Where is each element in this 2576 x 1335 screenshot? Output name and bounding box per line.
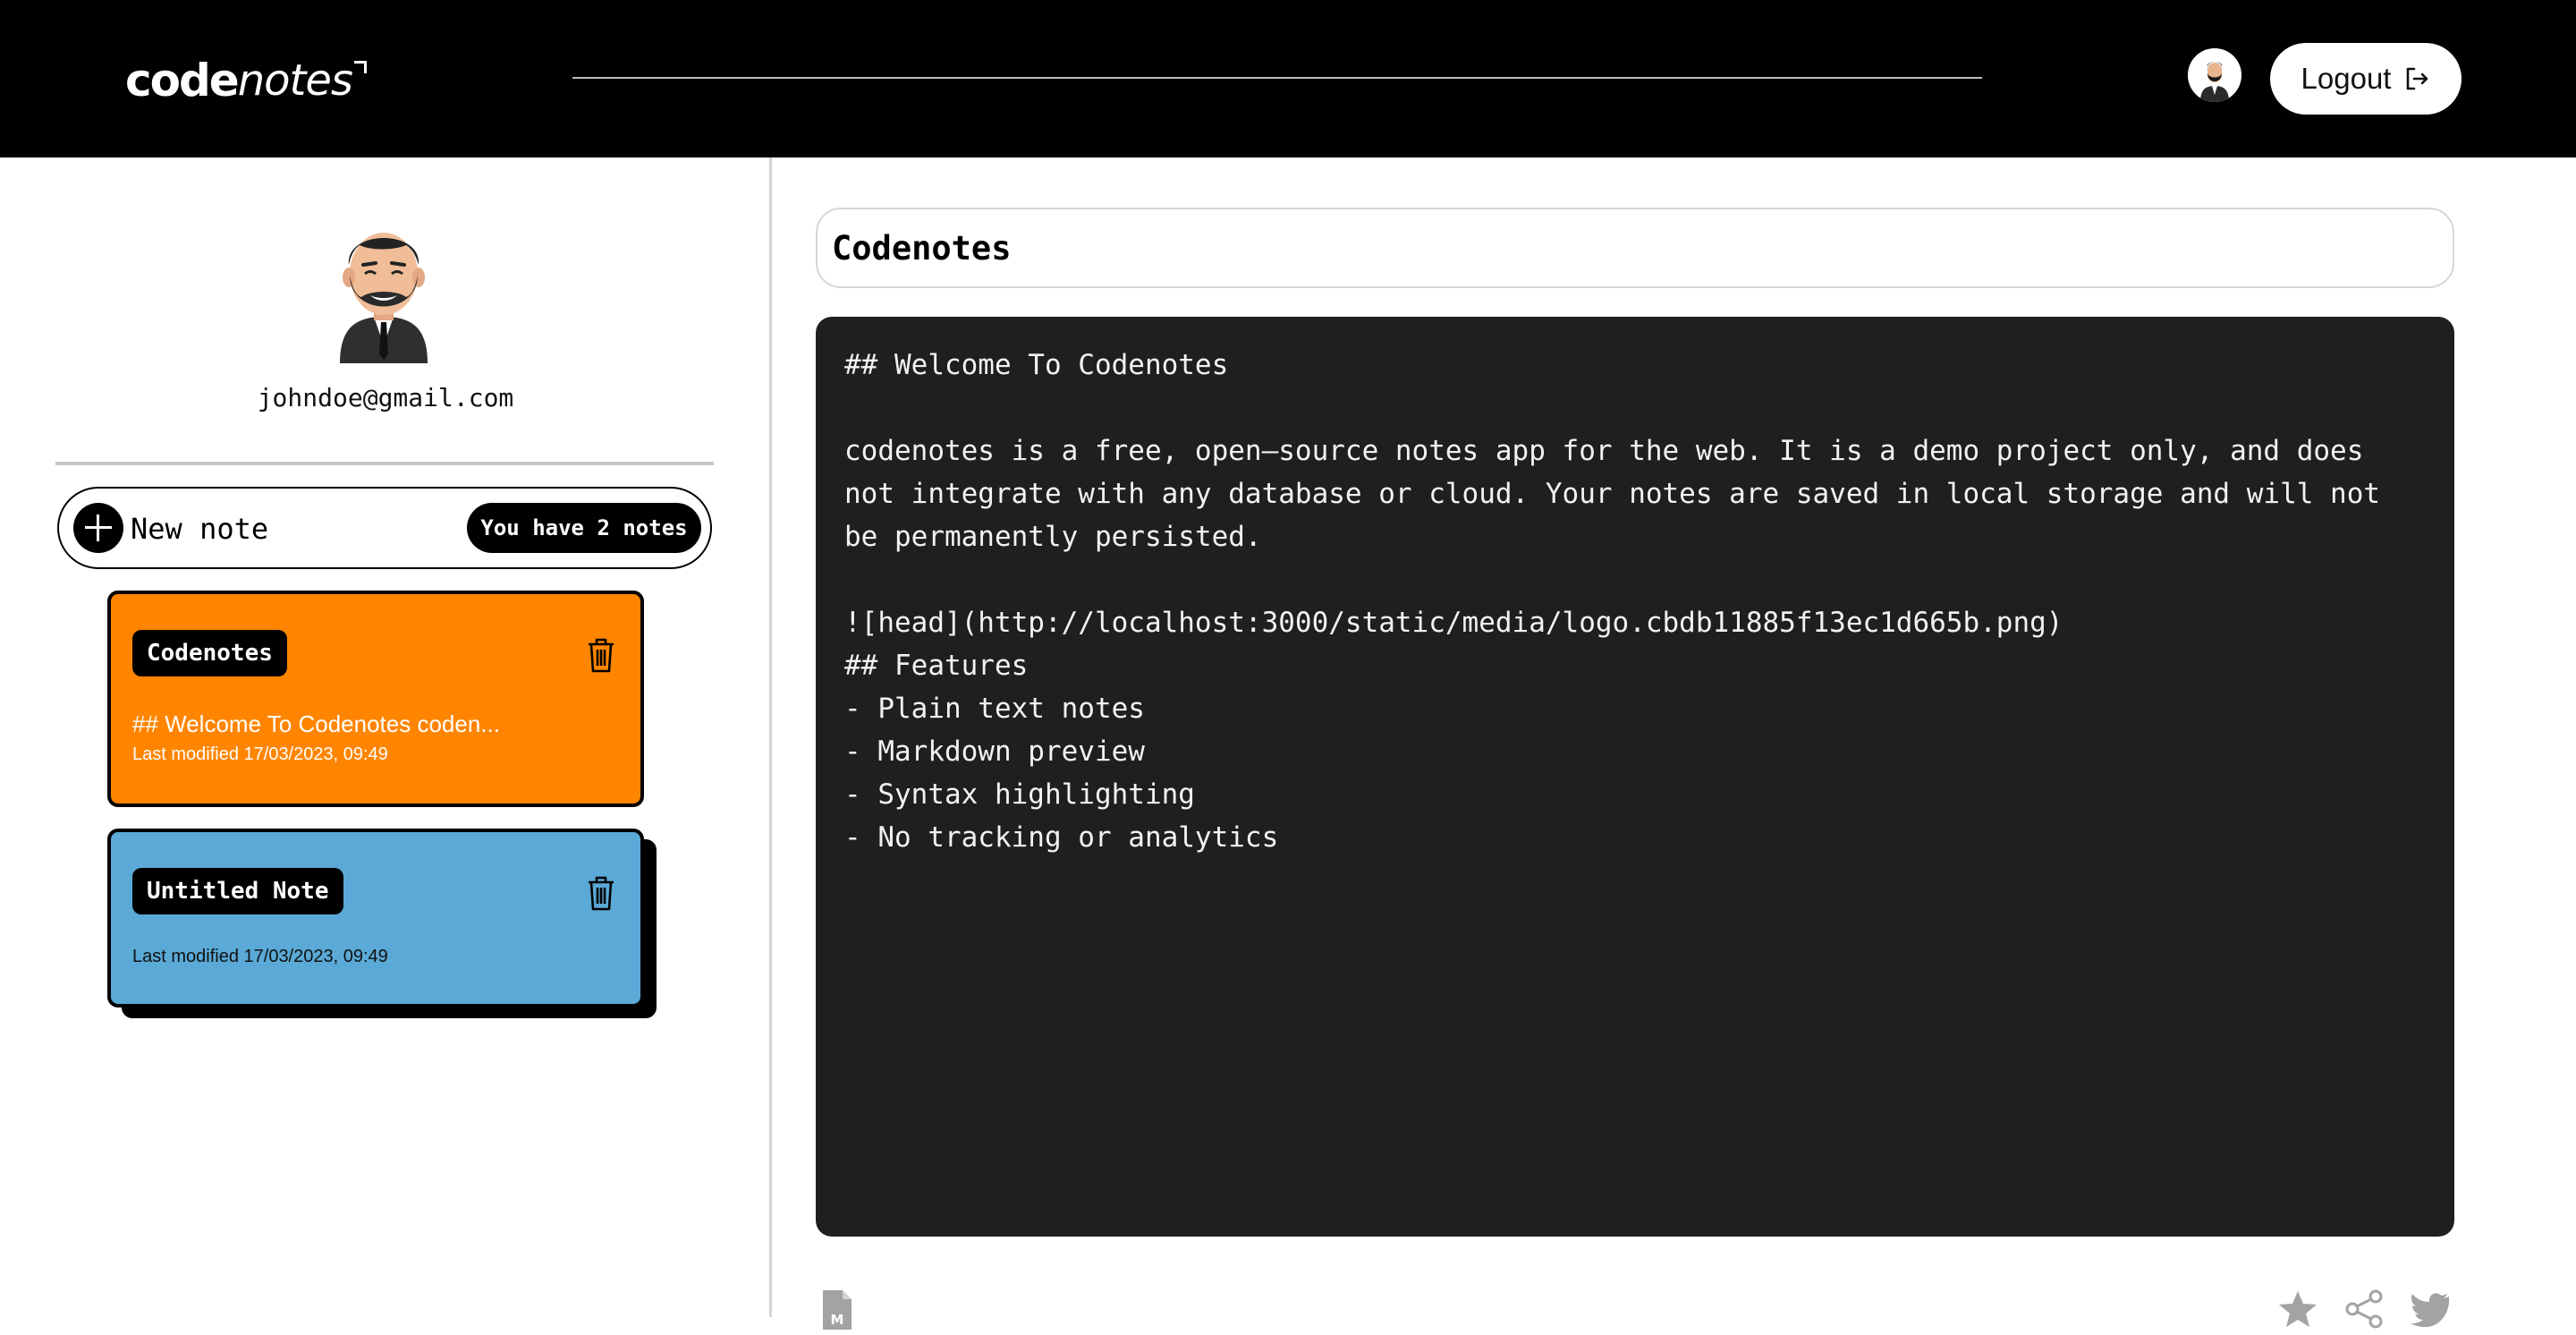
editor-line: ![head](http://localhost:3000/static/med… — [844, 607, 2063, 639]
editor-line: not integrate with any database or cloud… — [844, 478, 2381, 510]
editor-line: be permanently persisted. — [844, 521, 1262, 553]
logo-mark-icon — [353, 61, 367, 73]
note-last-modified: Last modified 17/03/2023, 09:49 — [132, 744, 388, 764]
logo-text-light: notes — [237, 55, 353, 106]
svg-text:M: M — [831, 1312, 844, 1328]
share-icon[interactable] — [2343, 1288, 2385, 1330]
add-note-button[interactable] — [73, 503, 123, 553]
trash-icon[interactable] — [587, 875, 615, 911]
markdown-file-icon[interactable]: M — [821, 1288, 853, 1331]
star-icon[interactable] — [2277, 1288, 2318, 1330]
sidebar-separator — [55, 462, 714, 465]
note-card-codenotes[interactable]: Codenotes ## Welcome To Codenotes coden.… — [107, 591, 644, 807]
editor-line: - No tracking or analytics — [844, 821, 1279, 854]
note-preview: ## Welcome To Codenotes coden... — [132, 710, 500, 737]
editor-line: ## Welcome To Codenotes — [844, 349, 1229, 381]
editor-line: - Markdown preview — [844, 736, 1145, 768]
new-note-label[interactable]: New note — [131, 512, 268, 546]
profile-avatar — [340, 233, 428, 363]
user-email: johndoe@gmail.com — [257, 383, 514, 412]
note-editor[interactable]: ## Welcome To Codenotes codenotes is a fr… — [816, 317, 2454, 1237]
editor-line: codenotes is a free, open—source notes a… — [844, 435, 2364, 467]
twitter-icon[interactable] — [2410, 1288, 2451, 1330]
new-note-bar: New note You have 2 notes — [57, 487, 712, 569]
logout-label: Logout — [2301, 62, 2392, 95]
header-divider — [572, 77, 1982, 79]
note-last-modified: Last modified 17/03/2023, 09:49 — [132, 947, 388, 966]
trash-icon[interactable] — [587, 637, 615, 673]
note-title-input[interactable] — [816, 208, 2454, 288]
sidebar-divider — [769, 157, 772, 1317]
note-title: Untitled Note — [132, 868, 343, 914]
top-header: code notes Logout — [0, 0, 2576, 157]
editor-line: ## Features — [844, 650, 1029, 682]
logout-icon — [2407, 67, 2428, 90]
notes-count-badge: You have 2 notes — [467, 503, 701, 553]
editor-line: - Syntax highlighting — [844, 778, 1195, 811]
note-card-untitled[interactable]: Untitled Note Last modified 17/03/2023, … — [107, 829, 644, 1008]
note-title: Codenotes — [132, 630, 287, 676]
user-avatar[interactable] — [2188, 48, 2241, 102]
codenotes-logo[interactable]: code notes — [125, 52, 367, 109]
logout-button[interactable]: Logout — [2270, 43, 2462, 115]
editor-line: - Plain text notes — [844, 693, 1145, 725]
logo-text-bold: code — [125, 55, 240, 106]
